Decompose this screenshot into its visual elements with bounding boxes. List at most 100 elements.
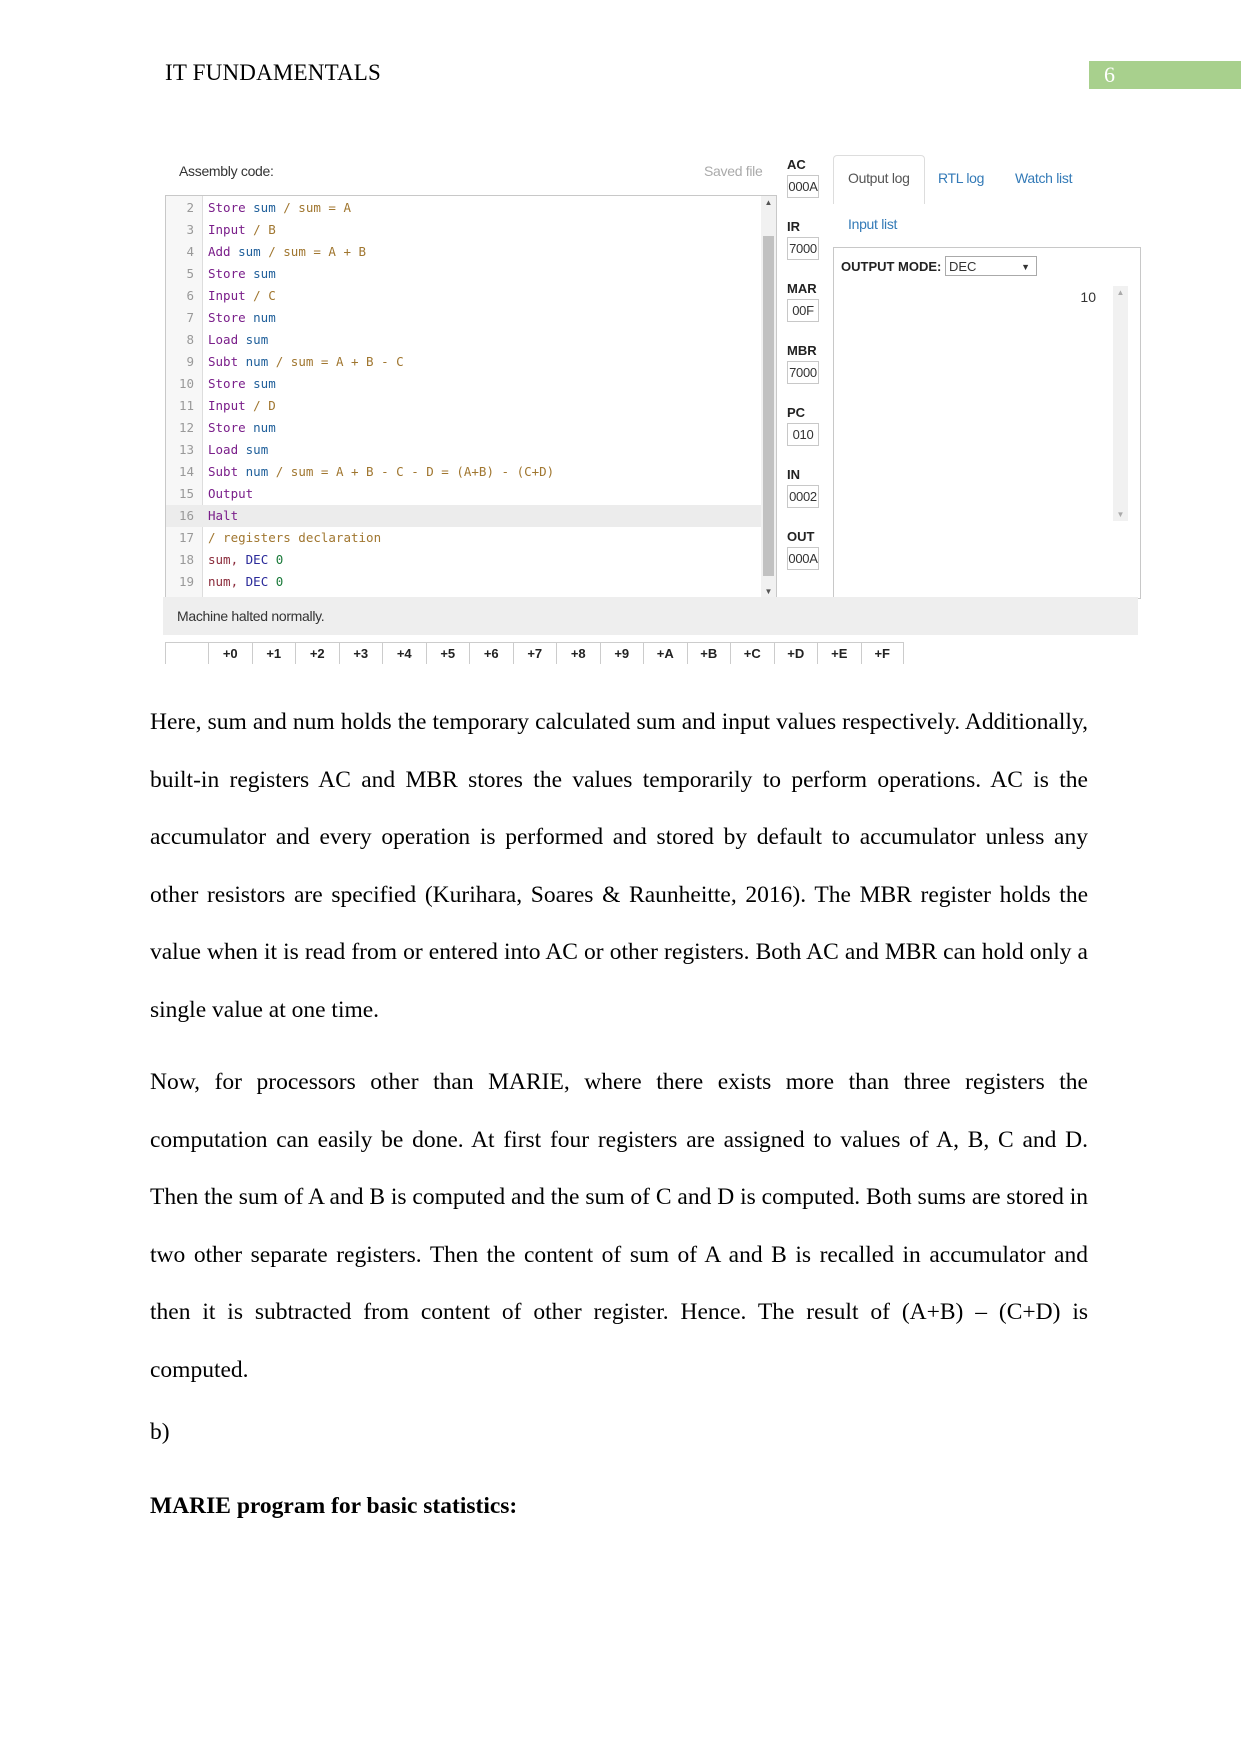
register-label-pc: PC xyxy=(787,405,806,420)
code-token: num xyxy=(245,354,269,369)
line-number: 16 xyxy=(178,508,194,523)
code-text: Load sum xyxy=(208,439,268,461)
code-text: Output xyxy=(208,483,253,505)
line-number: 19 xyxy=(178,574,194,589)
running-header-title: IT FUNDAMENTALS xyxy=(165,60,382,85)
code-token: Input xyxy=(208,288,246,303)
code-token: num xyxy=(253,420,276,435)
code-token: num, xyxy=(208,574,246,589)
code-token: Store xyxy=(208,266,254,281)
code-token: DEC xyxy=(245,552,276,567)
code-text: Store sum / sum = A xyxy=(208,197,351,219)
memory-column-header: +5 xyxy=(425,643,470,664)
code-token: Load xyxy=(208,442,246,457)
memory-column-header: +0 xyxy=(208,643,252,664)
register-value-mbr: 7000 xyxy=(787,361,819,384)
code-line[interactable]: 19 num, DEC 0 xyxy=(166,571,761,593)
code-text: sum, DEC 0 xyxy=(208,549,283,571)
code-token: Output xyxy=(208,486,254,501)
code-token: num xyxy=(245,464,269,479)
code-line[interactable]: 12 Store num xyxy=(166,417,761,439)
tab-output-log[interactable]: Output log xyxy=(833,155,925,204)
code-line[interactable]: 3 Input / B xyxy=(166,219,761,241)
register-value-in: 0002 xyxy=(787,485,819,508)
code-line[interactable]: 4 Add sum / sum = A + B xyxy=(166,241,761,263)
tab-watch-list[interactable]: Watch list xyxy=(1015,170,1072,186)
code-line[interactable]: 16 Halt xyxy=(166,505,761,527)
code-token: 0 xyxy=(275,552,284,567)
scroll-down-arrow-icon[interactable]: ▼ xyxy=(1113,510,1128,519)
section-heading: MARIE program for basic statistics: xyxy=(150,1493,518,1519)
code-token: / sum = A + B - C - D = (A+B) - (C+D) xyxy=(268,464,555,479)
register-value-pc: 010 xyxy=(787,423,819,446)
tab-input-list[interactable]: Input list xyxy=(848,216,897,232)
output-mode-label: OUTPUT MODE: xyxy=(841,259,942,274)
memory-column-header: +D xyxy=(773,643,818,664)
memory-column-header: +6 xyxy=(469,643,513,664)
line-number: 7 xyxy=(186,310,194,325)
code-line[interactable]: 18 sum, DEC 0 xyxy=(166,549,761,571)
code-line[interactable]: 17 / registers declaration xyxy=(166,527,761,549)
status-bar: Machine halted normally. xyxy=(163,597,1138,635)
marie-simulator-screenshot: Assembly code: Saved file 2 Store sum / s… xyxy=(163,150,1141,665)
output-mode-select[interactable]: DEC ▼ xyxy=(945,256,1037,276)
code-token: / sum = A + B - C xyxy=(268,354,404,369)
line-number: 9 xyxy=(186,354,194,369)
memory-column-header: +E xyxy=(817,643,861,664)
code-line[interactable]: 11 Input / D xyxy=(166,395,761,417)
code-line[interactable]: 8 Load sum xyxy=(166,329,761,351)
code-line[interactable]: 9 Subt num / sum = A + B - C xyxy=(166,351,761,373)
memory-column-header: +A xyxy=(643,643,687,664)
code-line[interactable]: 14 Subt num / sum = A + B - C - D = (A+B)… xyxy=(166,461,761,483)
code-line[interactable]: 5 Store sum xyxy=(166,263,761,285)
code-token: sum, xyxy=(208,552,246,567)
code-token: Input xyxy=(208,222,246,237)
output-value: 10 xyxy=(1080,289,1096,305)
code-line[interactable]: 6 Input / C xyxy=(166,285,761,307)
code-token: / sum = A + B xyxy=(260,244,367,259)
output-log-scrollbar[interactable]: ▲ ▼ xyxy=(1113,286,1128,521)
register-label-in: IN xyxy=(787,467,800,482)
line-number: 6 xyxy=(186,288,194,303)
page-number-badge: 6 xyxy=(1089,61,1241,89)
status-message: Machine halted normally. xyxy=(177,608,325,624)
scroll-up-arrow-icon[interactable]: ▲ xyxy=(1113,288,1128,297)
code-token: Subt xyxy=(208,354,246,369)
code-editor[interactable]: 2 Store sum / sum = A 3 Input / B 4 Add sum /… xyxy=(165,195,777,599)
scroll-up-arrow-icon[interactable]: ▲ xyxy=(761,198,776,207)
code-token: sum xyxy=(253,376,276,391)
register-value-out: 000A xyxy=(787,547,819,570)
register-label-mar: MAR xyxy=(787,281,817,296)
code-token: Subt xyxy=(208,464,246,479)
code-text: Input / C xyxy=(208,285,276,307)
code-line[interactable]: 15 Output xyxy=(166,483,761,505)
line-number: 2 xyxy=(186,200,194,215)
code-token: Store xyxy=(208,376,254,391)
memory-column-header: +7 xyxy=(512,643,557,664)
code-token: sum xyxy=(253,266,276,281)
code-text: Halt xyxy=(208,505,238,527)
line-number: 5 xyxy=(186,266,194,281)
code-line[interactable]: 10 Store sum xyxy=(166,373,761,395)
line-number: 14 xyxy=(178,464,194,479)
code-text: / registers declaration xyxy=(208,527,381,549)
scroll-down-arrow-icon[interactable]: ▼ xyxy=(761,587,776,596)
code-line[interactable]: 13 Load sum xyxy=(166,439,761,461)
editor-scrollbar[interactable]: ▲ ▼ xyxy=(761,196,776,598)
code-line[interactable]: 2 Store sum / sum = A xyxy=(166,197,761,219)
register-value-mar: 00F xyxy=(787,299,819,322)
code-token: Store xyxy=(208,310,254,325)
line-number: 3 xyxy=(186,222,194,237)
body-paragraph: Now, for processors other than MARIE, wh… xyxy=(150,1069,1088,1383)
memory-column-header: +F xyxy=(860,643,904,664)
line-number: 12 xyxy=(178,420,194,435)
code-token: Store xyxy=(208,200,254,215)
editor-scrollbar-thumb[interactable] xyxy=(763,236,774,576)
register-label-out: OUT xyxy=(787,529,815,544)
register-value-ir: 7000 xyxy=(787,237,819,260)
code-text: Store sum xyxy=(208,263,276,285)
code-token: DEC xyxy=(245,574,276,589)
output-mode-value: DEC xyxy=(949,259,977,274)
code-line[interactable]: 7 Store num xyxy=(166,307,761,329)
tab-rtl-log[interactable]: RTL log xyxy=(938,170,984,186)
